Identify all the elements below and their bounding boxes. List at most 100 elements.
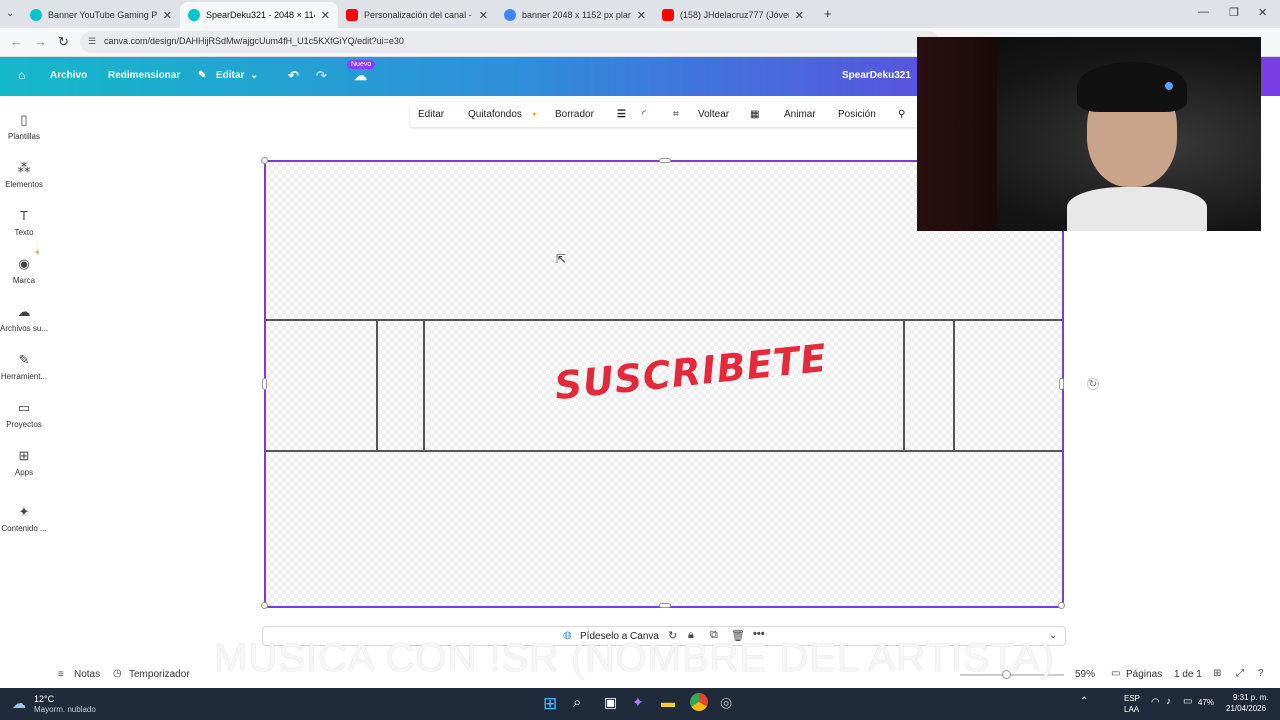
posicion-button[interactable]: Posición [838,109,876,120]
close-tab-icon[interactable]: ✕ [163,9,172,22]
file-explorer-icon[interactable]: ▬ [661,694,675,710]
new-tab-button[interactable]: + [824,6,832,21]
tab-search-icon[interactable]: ⌄ [6,8,14,19]
archivos-icon: ☁ [17,304,31,319]
herramientas-icon: ✎ [18,352,30,367]
voltear-button[interactable]: Voltear [698,109,729,120]
minimize-icon[interactable]: — [1198,6,1209,18]
temporizador-button[interactable]: Temporizador [129,669,190,680]
close-window-icon[interactable]: ✕ [1258,6,1267,19]
wifi-icon[interactable]: ◠ [1151,697,1160,708]
browser-tab[interactable]: (158) JHdelacruz777 (Jóvenes H ✕ [654,2,812,28]
battery-icon[interactable]: ▭ [1183,696,1192,707]
copilot-icon[interactable]: ✦ [632,694,644,711]
crop-icon[interactable]: ⌗ [673,109,679,120]
copy-style-icon[interactable]: ⚲ [898,109,905,120]
resize-handle[interactable] [262,378,267,390]
forward-icon[interactable]: → [34,34,47,49]
sidebar-item-archivos[interactable]: ☁ Archivos su... [0,304,48,333]
back-icon[interactable]: ← [10,34,23,49]
close-tab-icon[interactable]: ✕ [479,9,488,22]
zoom-level[interactable]: 59% [1075,669,1095,680]
url-text: canva.com/design/DAHHijRSdMw/ajgcUum4fH_… [104,36,404,46]
resize-handle[interactable] [659,158,671,163]
close-tab-icon[interactable]: ✕ [637,9,646,22]
sidebar-item-contenido[interactable]: ✦ Contenido ... [0,504,48,533]
frame-line [903,319,905,452]
sidebar-item-proyectos[interactable]: ▭ Proyectos [0,400,48,429]
help-icon[interactable]: ? [1258,668,1264,679]
resize-handle[interactable] [1059,378,1064,390]
fullscreen-icon[interactable]: ⤢ [1236,668,1244,679]
close-tab-icon[interactable]: ✕ [795,9,804,22]
cloud-save-icon[interactable]: ☁ [354,68,367,84]
animar-button[interactable]: Animar [784,109,816,120]
headset-light [1165,82,1173,90]
search-icon[interactable]: ⌕ [573,694,581,711]
transparency-icon[interactable]: ▦ [750,109,759,120]
suscribete-text[interactable]: SUSCRIBETE [552,336,829,408]
sidebar-item-elementos[interactable]: ⁂ Elementos [0,160,48,189]
editar-menu[interactable]: Editar [216,70,244,81]
contenido-icon: ✦ [18,504,30,519]
weather-temp[interactable]: 12°C [34,694,54,704]
app-icon[interactable]: ◎ [720,694,732,711]
site-info-icon[interactable]: ☰ [88,36,96,47]
apps-icon: ⊞ [18,448,30,463]
archivo-menu[interactable]: Archivo [50,70,87,81]
volume-icon[interactable]: ♪ [1166,696,1171,707]
clock-time[interactable]: 9:31 p. m. [1233,693,1269,702]
proyectos-icon: ▭ [17,400,31,415]
redo-icon[interactable]: ↷ [316,68,327,84]
sidebar-item-marca[interactable]: ◉ Marca ✦ [0,248,48,285]
mouse-cursor-icon: ⇱ [556,252,567,266]
corner-rounding-icon[interactable]: ◜ [642,109,646,120]
page-count: 1 de 1 [1174,669,1202,680]
browser-tab[interactable]: Banner YouTube Gaming Pro ✕ [22,2,180,28]
youtube-favicon-icon [346,9,358,21]
quitafondos-button[interactable]: Quitafondos [468,109,522,120]
browser-tab-active[interactable]: SpearDeku321 - 2048 × 1142 px ✕ [180,2,338,28]
chevron-down-icon[interactable]: ⌄ [250,70,258,81]
url-input[interactable]: ☰ canva.com/design/DAHHijRSdMw/ajgcUum4f… [80,31,940,53]
frame-line [953,319,955,452]
elementos-icon: ⁂ [17,160,31,175]
sidebar-item-apps[interactable]: ⊞ Apps [0,448,48,477]
context-toolbar: Editar Quitafondos ✦ Borrador ☰ ◜ ⌗ Volt… [410,102,918,127]
canva-favicon-icon [30,9,42,21]
sidebar-item-texto[interactable]: T Texto [0,208,48,237]
rotate-icon[interactable]: ↻ [1087,378,1099,390]
lang-1[interactable]: ESP [1124,694,1140,703]
user-name[interactable]: SpearDeku321 [842,70,911,81]
windows-taskbar: ☁ 12°C Mayorm. nublado ⊞ ⌕ ▣ ✦ ▬ ◎ ⌃ ESP… [0,688,1280,720]
borrador-button[interactable]: Borrador [555,109,594,120]
undo-icon[interactable]: ↶ [288,68,299,84]
marca-icon: ◉ [18,256,30,271]
resize-handle[interactable] [1058,602,1065,609]
sidebar-item-plantillas[interactable]: ▯ Plantillas [0,112,48,141]
notas-button[interactable]: Notas [74,669,100,680]
premium-crown-icon: ✦ [531,110,538,119]
reload-icon[interactable]: ↻ [58,34,69,50]
close-tab-icon[interactable]: ✕ [321,9,330,22]
chrome-icon[interactable] [690,693,708,711]
home-icon[interactable]: ⌂ [18,68,25,82]
weather-desc: Mayorm. nublado [34,705,96,714]
paginas-button[interactable]: Páginas [1126,669,1162,680]
resize-handle[interactable] [261,157,268,164]
pencil-icon: ✎ [198,70,207,81]
task-view-icon[interactable]: ▣ [604,694,617,711]
resize-handle[interactable] [659,603,671,608]
border-style-icon[interactable]: ☰ [617,109,626,120]
tray-chevron-icon[interactable]: ⌃ [1080,696,1088,707]
grid-view-icon[interactable]: ⊞ [1213,668,1221,679]
sidebar-item-herramientas[interactable]: ✎ Herramient... [0,352,48,381]
restore-icon[interactable]: ❐ [1229,6,1239,19]
editar-image-button[interactable]: Editar [418,109,444,120]
browser-tab[interactable]: Personalización del canal - You ✕ [338,2,496,28]
resize-handle[interactable] [261,602,268,609]
start-icon[interactable]: ⊞ [543,694,557,714]
redimensionar-button[interactable]: Redimensionar [108,70,180,81]
browser-tab[interactable]: banner 2048 x 1152 px plantills ✕ [496,2,654,28]
premium-crown-icon: ✦ [34,248,41,257]
